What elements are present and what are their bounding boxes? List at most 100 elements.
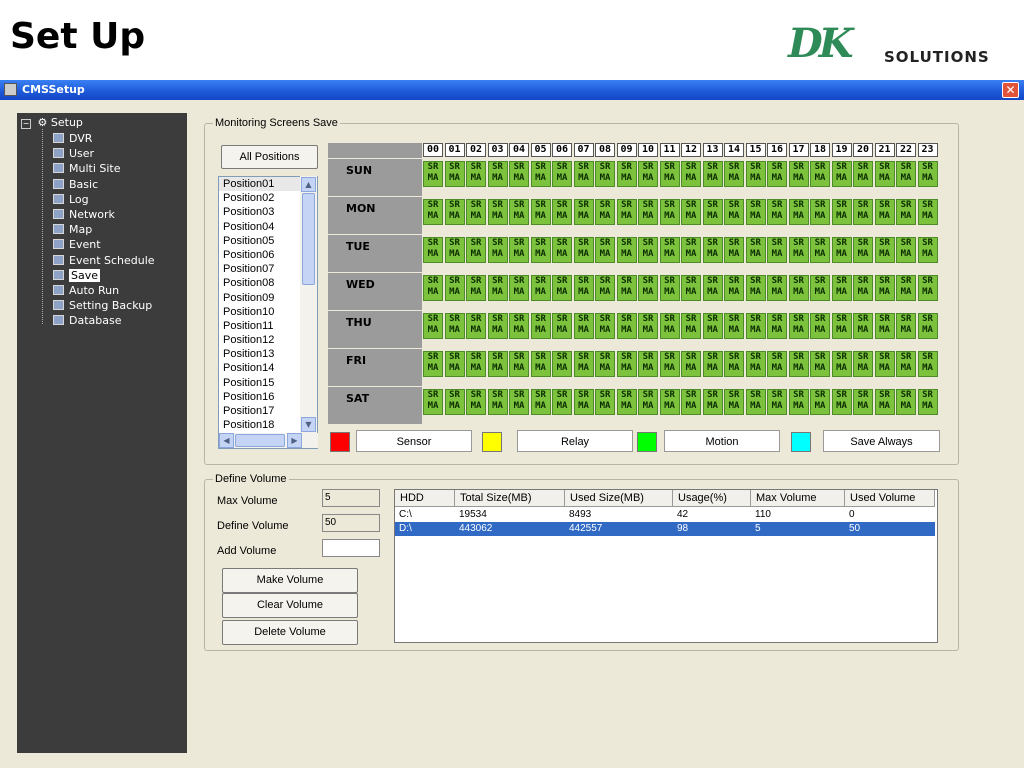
schedule-cell[interactable]: SR MA xyxy=(724,389,744,415)
column-header[interactable]: Total Size(MB) xyxy=(455,490,565,507)
schedule-cell[interactable]: SR MA xyxy=(466,275,486,301)
schedule-cell[interactable]: SR MA xyxy=(595,275,615,301)
schedule-cell[interactable]: SR MA xyxy=(810,351,830,377)
schedule-cell[interactable]: SR MA xyxy=(423,313,443,339)
schedule-cell[interactable]: SR MA xyxy=(767,161,787,187)
schedule-cell[interactable]: SR MA xyxy=(810,275,830,301)
column-header[interactable]: Used Size(MB) xyxy=(565,490,673,507)
schedule-cell[interactable]: SR MA xyxy=(874,237,895,263)
schedule-cell[interactable]: SR MA xyxy=(831,199,852,225)
schedule-cell[interactable]: SR MA xyxy=(423,275,443,301)
schedule-cell[interactable]: SR MA xyxy=(638,161,658,187)
schedule-cell[interactable]: SR MA xyxy=(616,389,637,415)
schedule-cell[interactable]: SR MA xyxy=(638,313,658,339)
schedule-cell[interactable]: SR MA xyxy=(530,275,551,301)
tree-item-dvr[interactable]: DVR xyxy=(53,131,92,146)
schedule-cell[interactable]: SR MA xyxy=(853,199,873,225)
schedule-cell[interactable]: SR MA xyxy=(896,161,916,187)
scroll-down-icon[interactable]: ▼ xyxy=(301,417,316,432)
schedule-cell[interactable]: SR MA xyxy=(509,351,529,377)
schedule-cell[interactable]: SR MA xyxy=(788,389,809,415)
schedule-cell[interactable]: SR MA xyxy=(724,275,744,301)
schedule-cell[interactable]: SR MA xyxy=(530,351,551,377)
schedule-cell[interactable]: SR MA xyxy=(659,237,680,263)
schedule-cell[interactable]: SR MA xyxy=(831,237,852,263)
schedule-cell[interactable]: SR MA xyxy=(616,351,637,377)
schedule-cell[interactable]: SR MA xyxy=(917,313,938,339)
schedule-cell[interactable]: SR MA xyxy=(853,275,873,301)
schedule-cell[interactable]: SR MA xyxy=(595,351,615,377)
table-row[interactable]: D:\ 443062 442557 98 5 50 xyxy=(395,522,935,536)
schedule-cell[interactable]: SR MA xyxy=(853,389,873,415)
schedule-cell[interactable]: SR MA xyxy=(573,237,594,263)
schedule-cell[interactable]: SR MA xyxy=(509,275,529,301)
schedule-cell[interactable]: SR MA xyxy=(681,313,701,339)
schedule-cell[interactable]: SR MA xyxy=(896,313,916,339)
schedule-cell[interactable]: SR MA xyxy=(767,351,787,377)
schedule-cell[interactable]: SR MA xyxy=(552,275,572,301)
position-list-hscroll[interactable]: ◀ ▶ xyxy=(219,433,318,448)
schedule-cell[interactable]: SR MA xyxy=(874,389,895,415)
schedule-cell[interactable]: SR MA xyxy=(702,237,723,263)
schedule-cell[interactable]: SR MA xyxy=(767,275,787,301)
schedule-cell[interactable]: SR MA xyxy=(681,351,701,377)
schedule-cell[interactable]: SR MA xyxy=(788,199,809,225)
schedule-cell[interactable]: SR MA xyxy=(831,275,852,301)
schedule-cell[interactable]: SR MA xyxy=(530,237,551,263)
scroll-up-icon[interactable]: ▲ xyxy=(301,177,316,192)
tree-item-event-schedule[interactable]: Event Schedule xyxy=(53,253,155,268)
schedule-cell[interactable]: SR MA xyxy=(702,199,723,225)
schedule-cell[interactable]: SR MA xyxy=(745,389,766,415)
all-positions-button[interactable]: All Positions xyxy=(221,145,318,169)
schedule-cell[interactable]: SR MA xyxy=(724,161,744,187)
schedule-cell[interactable]: SR MA xyxy=(509,389,529,415)
close-button[interactable]: ✕ xyxy=(1002,82,1019,98)
schedule-cell[interactable]: SR MA xyxy=(616,237,637,263)
schedule-cell[interactable]: SR MA xyxy=(616,199,637,225)
schedule-cell[interactable]: SR MA xyxy=(616,313,637,339)
schedule-cell[interactable]: SR MA xyxy=(509,161,529,187)
schedule-cell[interactable]: SR MA xyxy=(552,313,572,339)
schedule-cell[interactable]: SR MA xyxy=(831,389,852,415)
tree-item-multi-site[interactable]: Multi Site xyxy=(53,161,121,176)
schedule-cell[interactable]: SR MA xyxy=(874,275,895,301)
schedule-cell[interactable]: SR MA xyxy=(638,237,658,263)
tree-item-setting-backup[interactable]: Setting Backup xyxy=(53,298,152,313)
schedule-cell[interactable]: SR MA xyxy=(552,237,572,263)
schedule-cell[interactable]: SR MA xyxy=(788,313,809,339)
tree-item-user[interactable]: User xyxy=(53,146,94,161)
schedule-cell[interactable]: SR MA xyxy=(681,161,701,187)
legend-swatch-relay[interactable] xyxy=(482,432,502,452)
schedule-cell[interactable]: SR MA xyxy=(638,351,658,377)
schedule-cell[interactable]: SR MA xyxy=(917,351,938,377)
tree-root[interactable]: − ⚙ Setup xyxy=(21,116,83,129)
scroll-thumb[interactable] xyxy=(302,193,315,285)
schedule-cell[interactable]: SR MA xyxy=(509,237,529,263)
schedule-cell[interactable]: SR MA xyxy=(530,313,551,339)
schedule-cell[interactable]: SR MA xyxy=(745,351,766,377)
schedule-cell[interactable]: SR MA xyxy=(595,313,615,339)
schedule-cell[interactable]: SR MA xyxy=(530,389,551,415)
schedule-cell[interactable]: SR MA xyxy=(917,237,938,263)
schedule-cell[interactable]: SR MA xyxy=(552,161,572,187)
schedule-cell[interactable]: SR MA xyxy=(552,351,572,377)
schedule-cell[interactable]: SR MA xyxy=(444,275,465,301)
schedule-cell[interactable]: SR MA xyxy=(423,237,443,263)
schedule-cell[interactable]: SR MA xyxy=(659,161,680,187)
schedule-cell[interactable]: SR MA xyxy=(487,313,508,339)
schedule-cell[interactable]: SR MA xyxy=(702,275,723,301)
volume-table[interactable]: HDD Total Size(MB) Used Size(MB) Usage(%) Ma… xyxy=(394,489,938,643)
schedule-cell[interactable]: SR MA xyxy=(681,275,701,301)
schedule-cell[interactable]: SR MA xyxy=(896,237,916,263)
schedule-cell[interactable]: SR MA xyxy=(810,389,830,415)
schedule-cell[interactable]: SR MA xyxy=(788,275,809,301)
schedule-cell[interactable]: SR MA xyxy=(638,389,658,415)
column-header[interactable]: Usage(%) xyxy=(673,490,751,507)
schedule-cell[interactable]: SR MA xyxy=(767,313,787,339)
schedule-cell[interactable]: SR MA xyxy=(724,199,744,225)
column-header[interactable]: Used Volume xyxy=(845,490,935,507)
schedule-cell[interactable]: SR MA xyxy=(616,275,637,301)
column-header[interactable]: Max Volume xyxy=(751,490,845,507)
schedule-cell[interactable]: SR MA xyxy=(466,199,486,225)
clear-volume-button[interactable]: Clear Volume xyxy=(222,593,358,618)
